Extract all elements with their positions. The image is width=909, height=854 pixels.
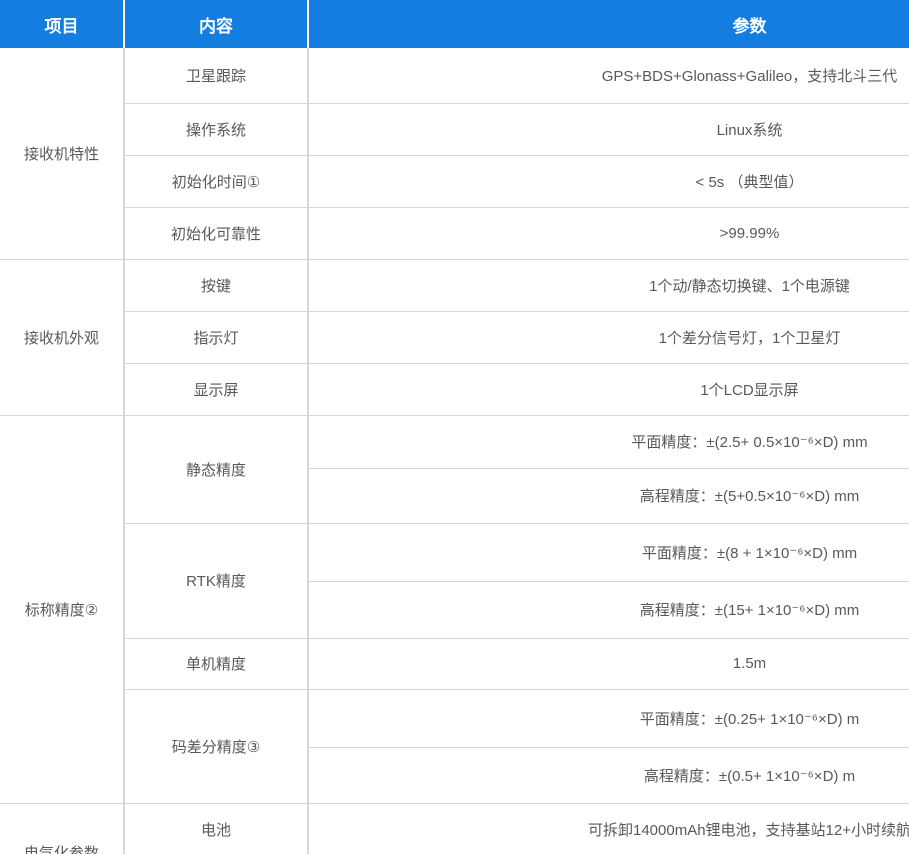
header-col-item: 项目 — [0, 0, 124, 48]
spec-name-cell: 电池 — [124, 803, 308, 854]
spec-name-cell: 初始化可靠性 — [124, 207, 308, 259]
section-label-cell: 接收机特性 — [0, 48, 124, 259]
spec-value-cell: 高程精度：±(15+ 1×10⁻⁶×D) mm — [308, 581, 909, 638]
header-col-content: 内容 — [124, 0, 308, 48]
spec-value-cell: 1个差分信号灯，1个卫星灯 — [308, 311, 909, 363]
section-label-cell: 标称精度② — [0, 415, 124, 803]
spec-value-cell: Linux系统 — [308, 103, 909, 155]
table-row: 指示灯 1个差分信号灯，1个卫星灯 — [0, 311, 909, 363]
spec-name-cell: 指示灯 — [124, 311, 308, 363]
table-row: 接收机特性 卫星跟踪 GPS+BDS+Glonass+Galileo，支持北斗三… — [0, 48, 909, 103]
spec-value-cell: 平面精度：±(8 + 1×10⁻⁶×D) mm — [308, 523, 909, 581]
spec-name-cell: 单机精度 — [124, 638, 308, 689]
spec-value-cell: 1个LCD显示屏 — [308, 363, 909, 415]
spec-value-cell: 高程精度：±(0.5+ 1×10⁻⁶×D) m — [308, 747, 909, 803]
spec-name-cell: 静态精度 — [124, 415, 308, 523]
spec-value-cell: 平面精度：±(0.25+ 1×10⁻⁶×D) m — [308, 689, 909, 747]
spec-name-cell: 操作系统 — [124, 103, 308, 155]
section-label-cell: 接收机外观 — [0, 259, 124, 415]
table-row: RTK精度 平面精度：±(8 + 1×10⁻⁶×D) mm — [0, 523, 909, 581]
spec-value-cell: < 5s （典型值） — [308, 155, 909, 207]
table-row: 电气化参数 电池 可拆卸14000mAh锂电池，支持基站12+小时续航 — [0, 803, 909, 854]
spec-name-cell: 初始化时间① — [124, 155, 308, 207]
spec-value-cell: 1.5m — [308, 638, 909, 689]
spec-table: 项目 内容 参数 接收机特性 卫星跟踪 GPS+BDS+Glonass+Gali… — [0, 0, 909, 854]
spec-name-cell: 码差分精度③ — [124, 689, 308, 803]
table-row: 显示屏 1个LCD显示屏 — [0, 363, 909, 415]
spec-value-cell: 可拆卸14000mAh锂电池，支持基站12+小时续航 — [308, 803, 909, 854]
table-row: 初始化时间① < 5s （典型值） — [0, 155, 909, 207]
table-row: 接收机外观 按键 1个动/静态切换键、1个电源键 — [0, 259, 909, 311]
spec-value-cell: 平面精度：±(2.5+ 0.5×10⁻⁶×D) mm — [308, 415, 909, 468]
spec-value-cell: 1个动/静态切换键、1个电源键 — [308, 259, 909, 311]
spec-table-viewport: 项目 内容 参数 接收机特性 卫星跟踪 GPS+BDS+Glonass+Gali… — [0, 0, 909, 854]
table-row: 码差分精度③ 平面精度：±(0.25+ 1×10⁻⁶×D) m — [0, 689, 909, 747]
spec-name-cell: RTK精度 — [124, 523, 308, 638]
spec-value-cell: 高程精度：±(5+0.5×10⁻⁶×D) mm — [308, 468, 909, 523]
spec-value-cell: GPS+BDS+Glonass+Galileo，支持北斗三代 — [308, 48, 909, 103]
table-row: 单机精度 1.5m — [0, 638, 909, 689]
table-row: 初始化可靠性 >99.99% — [0, 207, 909, 259]
spec-name-cell: 卫星跟踪 — [124, 48, 308, 103]
spec-name-cell: 显示屏 — [124, 363, 308, 415]
header-col-param: 参数 — [308, 0, 909, 48]
table-row: 操作系统 Linux系统 — [0, 103, 909, 155]
section-label-cell: 电气化参数 — [0, 803, 124, 854]
table-row: 标称精度② 静态精度 平面精度：±(2.5+ 0.5×10⁻⁶×D) mm — [0, 415, 909, 468]
spec-name-cell: 按键 — [124, 259, 308, 311]
table-header-row: 项目 内容 参数 — [0, 0, 909, 48]
spec-value-cell: >99.99% — [308, 207, 909, 259]
